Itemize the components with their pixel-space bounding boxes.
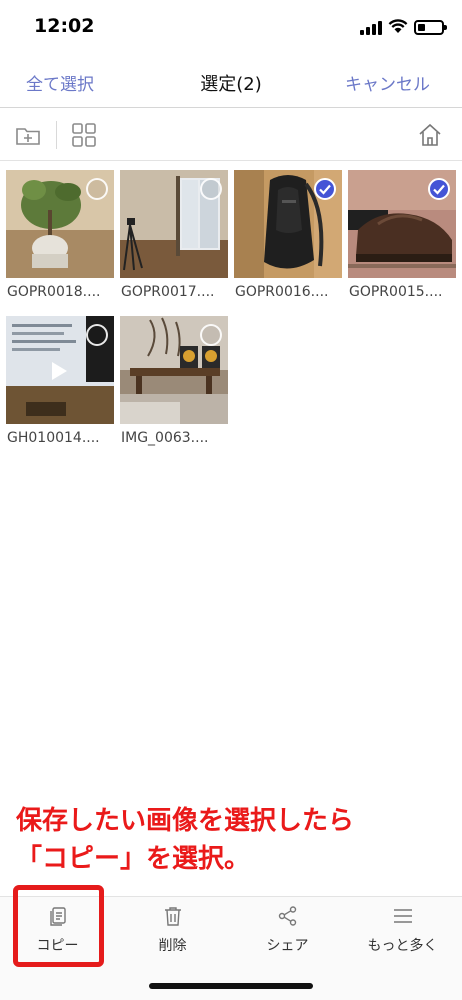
file-name: GOPR0018.... (7, 284, 101, 300)
select-checkbox[interactable] (86, 324, 108, 346)
home-icon[interactable] (416, 121, 444, 149)
cancel-button[interactable]: キャンセル (345, 70, 430, 95)
battery-icon (414, 20, 447, 35)
file-name: GH010014.... (7, 430, 100, 446)
play-icon (52, 362, 67, 380)
video-tile[interactable]: GH010014.... (6, 316, 114, 446)
annotation-line-2: 「コピー」を選択。 (16, 844, 251, 874)
share-label: シェア (266, 938, 309, 954)
file-name: GOPR0015.... (349, 284, 443, 300)
select-checkbox[interactable] (200, 178, 222, 200)
nav-bar: 全て選択 選定(2) キャンセル (0, 56, 462, 108)
toolbar (0, 109, 462, 161)
file-name: GOPR0017.... (121, 284, 215, 300)
wifi-icon (388, 18, 408, 34)
toolbar-divider (56, 121, 57, 149)
delete-label: 削除 (158, 938, 187, 954)
more-button[interactable]: もっと多く (345, 897, 460, 967)
instruction-annotation: 保存したい画像を選択したら 「コピー」を選択。 (16, 802, 456, 878)
photo-tile[interactable]: IMG_0063.... (120, 316, 228, 446)
status-bar: 12:02 (0, 0, 462, 56)
home-indicator[interactable] (149, 983, 313, 989)
file-name: GOPR0016.... (235, 284, 329, 300)
select-checkbox[interactable] (200, 324, 222, 346)
photo-tile[interactable]: GOPR0017.... (120, 170, 228, 300)
delete-button[interactable]: 削除 (115, 897, 230, 967)
more-label: もっと多く (367, 938, 438, 954)
photo-tile[interactable]: GOPR0016.... (234, 170, 342, 300)
cellular-signal-icon (360, 21, 382, 35)
photo-tile[interactable]: GOPR0018.... (6, 170, 114, 300)
select-checkbox[interactable] (86, 178, 108, 200)
share-icon (277, 905, 299, 927)
menu-icon (392, 905, 414, 927)
share-button[interactable]: シェア (230, 897, 345, 967)
trash-icon (162, 905, 184, 927)
file-name: IMG_0063.... (121, 430, 209, 446)
annotation-line-1: 保存したい画像を選択したら (16, 806, 355, 836)
grid-view-icon[interactable] (70, 121, 98, 149)
selected-checkmark-icon[interactable] (314, 178, 336, 200)
folder-add-icon[interactable] (14, 121, 42, 149)
photo-tile[interactable]: GOPR0015.... (348, 170, 456, 300)
copy-highlight-annotation (13, 885, 104, 967)
status-time: 12:02 (34, 15, 95, 37)
selected-checkmark-icon[interactable] (428, 178, 450, 200)
